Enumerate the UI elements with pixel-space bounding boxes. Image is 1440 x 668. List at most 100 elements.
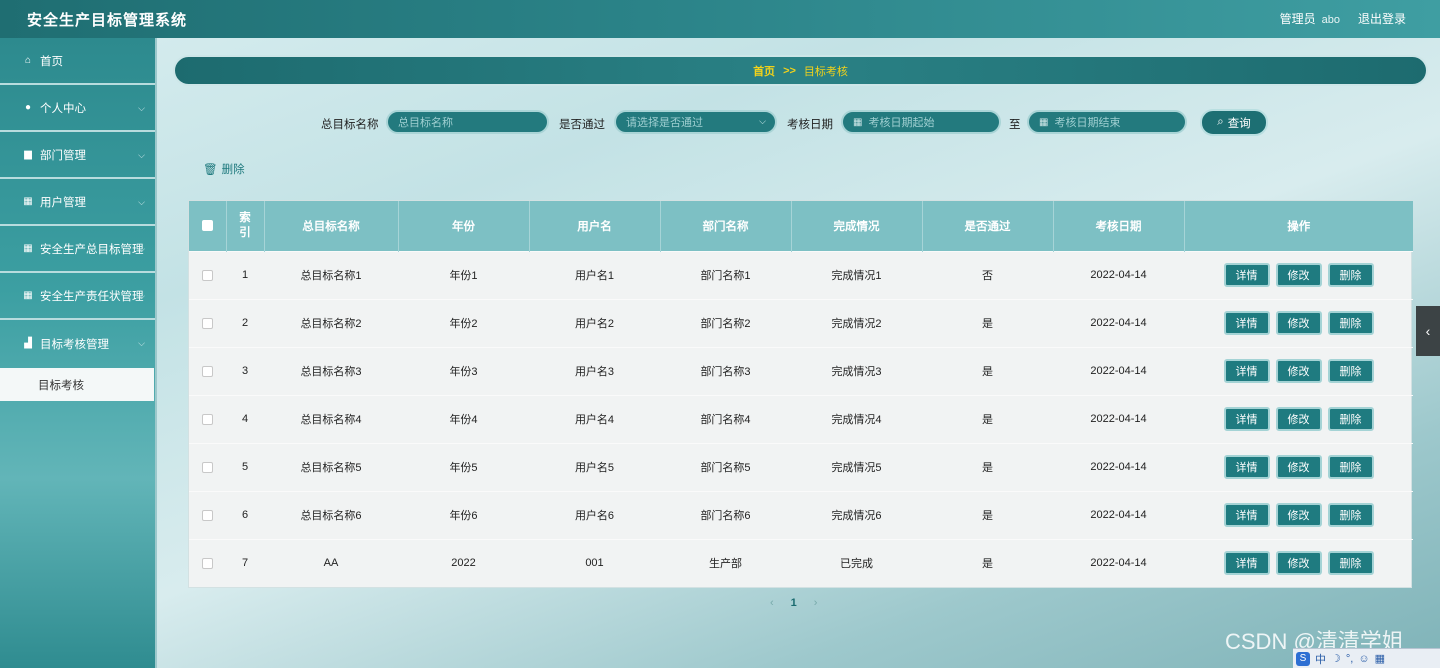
delete-button[interactable]: 删除 xyxy=(1327,263,1374,287)
row-username: 用户名2 xyxy=(574,318,615,330)
detail-button[interactable]: 详情 xyxy=(1223,407,1270,431)
user-role: 管理员 xyxy=(1279,12,1316,26)
row-checkbox[interactable] xyxy=(202,557,213,569)
delete-button[interactable]: 删除 xyxy=(1327,551,1374,576)
row-goal-name: 总目标名称5 xyxy=(300,462,362,474)
batch-delete-button[interactable]: 🗑 删除 xyxy=(203,161,245,177)
sidebar-item-users[interactable]: ▦ 用户管理 ⌵ xyxy=(0,179,155,226)
page-number[interactable]: 1 xyxy=(791,597,797,609)
edit-button[interactable]: 修改 xyxy=(1275,359,1322,383)
row-select-cell xyxy=(189,395,226,443)
user-name: abo xyxy=(1321,14,1340,26)
emoji-icon: ☺ xyxy=(1358,652,1370,665)
goal-name-input[interactable]: 总目标名称 xyxy=(386,110,549,134)
sidebar-item-responsibility[interactable]: ▦ 安全生产责任状管理 ⌵ xyxy=(0,273,155,320)
row-date: 2022-04-14 xyxy=(1090,365,1147,377)
date-end-placeholder: 考核日期结束 xyxy=(1054,117,1121,129)
chevron-down-icon: ⌵ xyxy=(138,244,145,254)
current-user: 管理员 abo xyxy=(1280,10,1340,27)
sidebar-item-home[interactable]: ⌂ 首页 xyxy=(0,38,155,85)
date-start-input[interactable]: ▦ 考核日期起始 xyxy=(841,110,1001,134)
edit-button[interactable]: 修改 xyxy=(1275,263,1322,287)
date-end-input[interactable]: ▦ 考核日期结束 xyxy=(1027,110,1187,134)
delete-button[interactable]: 删除 xyxy=(1327,359,1374,383)
row-checkbox[interactable] xyxy=(202,461,213,473)
delete-button[interactable]: 删除 xyxy=(1327,407,1374,431)
row-actions: 详情 修改 删除 xyxy=(1184,251,1413,299)
row-year: 年份1 xyxy=(449,270,478,282)
sidebar-item-label: 用户管理 xyxy=(40,196,86,209)
row-goal-name: AA xyxy=(323,557,339,570)
edit-button[interactable]: 修改 xyxy=(1275,311,1322,335)
row-goal-name: 总目标名称2 xyxy=(300,318,362,330)
row-actions: 详情 修改 删除 xyxy=(1184,347,1413,395)
edit-button[interactable]: 修改 xyxy=(1275,455,1322,479)
date-label: 考核日期 xyxy=(787,119,833,131)
goal-name-placeholder: 总目标名称 xyxy=(398,117,453,129)
row-index: 6 xyxy=(241,509,249,521)
row-index: 7 xyxy=(241,557,249,570)
row-checkbox[interactable] xyxy=(202,365,213,377)
row-select-cell xyxy=(189,539,226,587)
select-all-cell xyxy=(189,201,227,251)
sidebar-subitem-assessment[interactable]: 目标考核 xyxy=(0,368,154,401)
row-select-cell xyxy=(189,491,226,539)
col-passed: 是否通过 xyxy=(922,201,1054,251)
detail-button[interactable]: 详情 xyxy=(1223,503,1270,527)
row-status: 完成情况5 xyxy=(831,462,882,474)
edit-button[interactable]: 修改 xyxy=(1275,551,1322,576)
table-row: 4 总目标名称4 年份4 用户名4 部门名称4 完成情况4 是 2022-04-14 详情 修改删… xyxy=(189,395,1413,443)
side-panel-toggle[interactable]: ‹ xyxy=(1416,306,1440,356)
row-checkbox[interactable] xyxy=(202,413,213,425)
row-index: 3 xyxy=(241,365,249,377)
row-checkbox[interactable] xyxy=(202,509,213,521)
detail-button[interactable]: 详情 xyxy=(1223,263,1270,287)
row-index: 5 xyxy=(241,461,249,473)
ime-mode[interactable]: 中 xyxy=(1315,651,1326,667)
next-page-button[interactable]: › xyxy=(814,597,818,609)
detail-button[interactable]: 详情 xyxy=(1223,311,1270,335)
row-username: 用户名6 xyxy=(574,510,615,522)
delete-button[interactable]: 删除 xyxy=(1327,503,1374,527)
row-status: 完成情况6 xyxy=(831,510,882,522)
passed-select[interactable]: 请选择是否通过 ⌵ xyxy=(614,110,777,134)
delete-button[interactable]: 删除 xyxy=(1327,311,1374,335)
row-select-cell xyxy=(189,443,226,491)
edit-button[interactable]: 修改 xyxy=(1275,503,1322,527)
row-year: 年份5 xyxy=(449,462,478,474)
row-passed: 否 xyxy=(982,270,993,282)
breadcrumb-separator: >> xyxy=(783,64,796,77)
row-passed: 是 xyxy=(982,558,993,571)
search-button[interactable]: ⌕ 查询 xyxy=(1200,109,1268,136)
select-all-checkbox[interactable] xyxy=(201,220,213,232)
ime-toolbar: S 中 ☽ °, ☺ ▦ xyxy=(1293,648,1440,668)
moon-icon: ☽ xyxy=(1331,653,1341,665)
sidebar-item-departments[interactable]: ▆ 部门管理 ⌵ xyxy=(0,132,155,179)
calendar-icon: ▦ xyxy=(853,116,863,128)
keyboard-icon: ▦ xyxy=(1374,653,1385,665)
detail-button[interactable]: 详情 xyxy=(1223,455,1270,479)
row-select-cell xyxy=(189,347,226,395)
prev-page-button[interactable]: ‹ xyxy=(770,597,774,609)
row-checkbox[interactable] xyxy=(202,269,213,281)
trash-icon: 🗑 xyxy=(203,164,218,176)
sidebar-item-overall-goals[interactable]: ▦ 安全生产总目标管理 ⌵ xyxy=(0,226,155,273)
delete-button[interactable]: 删除 xyxy=(1327,455,1374,479)
row-checkbox[interactable] xyxy=(202,317,213,329)
row-department: 部门名称6 xyxy=(700,510,751,522)
edit-button[interactable]: 修改 xyxy=(1275,407,1322,431)
breadcrumb-home[interactable]: 首页 xyxy=(753,63,775,79)
col-username: 用户名 xyxy=(529,201,661,251)
row-username: 用户名4 xyxy=(574,414,615,426)
row-status: 完成情况3 xyxy=(831,366,882,378)
row-username: 001 xyxy=(585,557,604,570)
row-actions: 详情 修改 删除 xyxy=(1184,395,1413,443)
passed-placeholder: 请选择是否通过 xyxy=(626,117,703,129)
logout-link[interactable]: 退出登录 xyxy=(1358,10,1406,27)
detail-button[interactable]: 详情 xyxy=(1223,551,1270,576)
row-actions: 详情 修改 删除 xyxy=(1184,443,1413,491)
table-row: 6 总目标名称6 年份6 用户名6 部门名称6 完成情况6 是 2022-04-14 详情 修改删… xyxy=(189,491,1413,539)
calendar-icon: ▦ xyxy=(1039,116,1049,128)
detail-button[interactable]: 详情 xyxy=(1223,359,1270,383)
sidebar-item-assessment[interactable]: ▟ 目标考核管理 ⌵ xyxy=(0,320,155,367)
